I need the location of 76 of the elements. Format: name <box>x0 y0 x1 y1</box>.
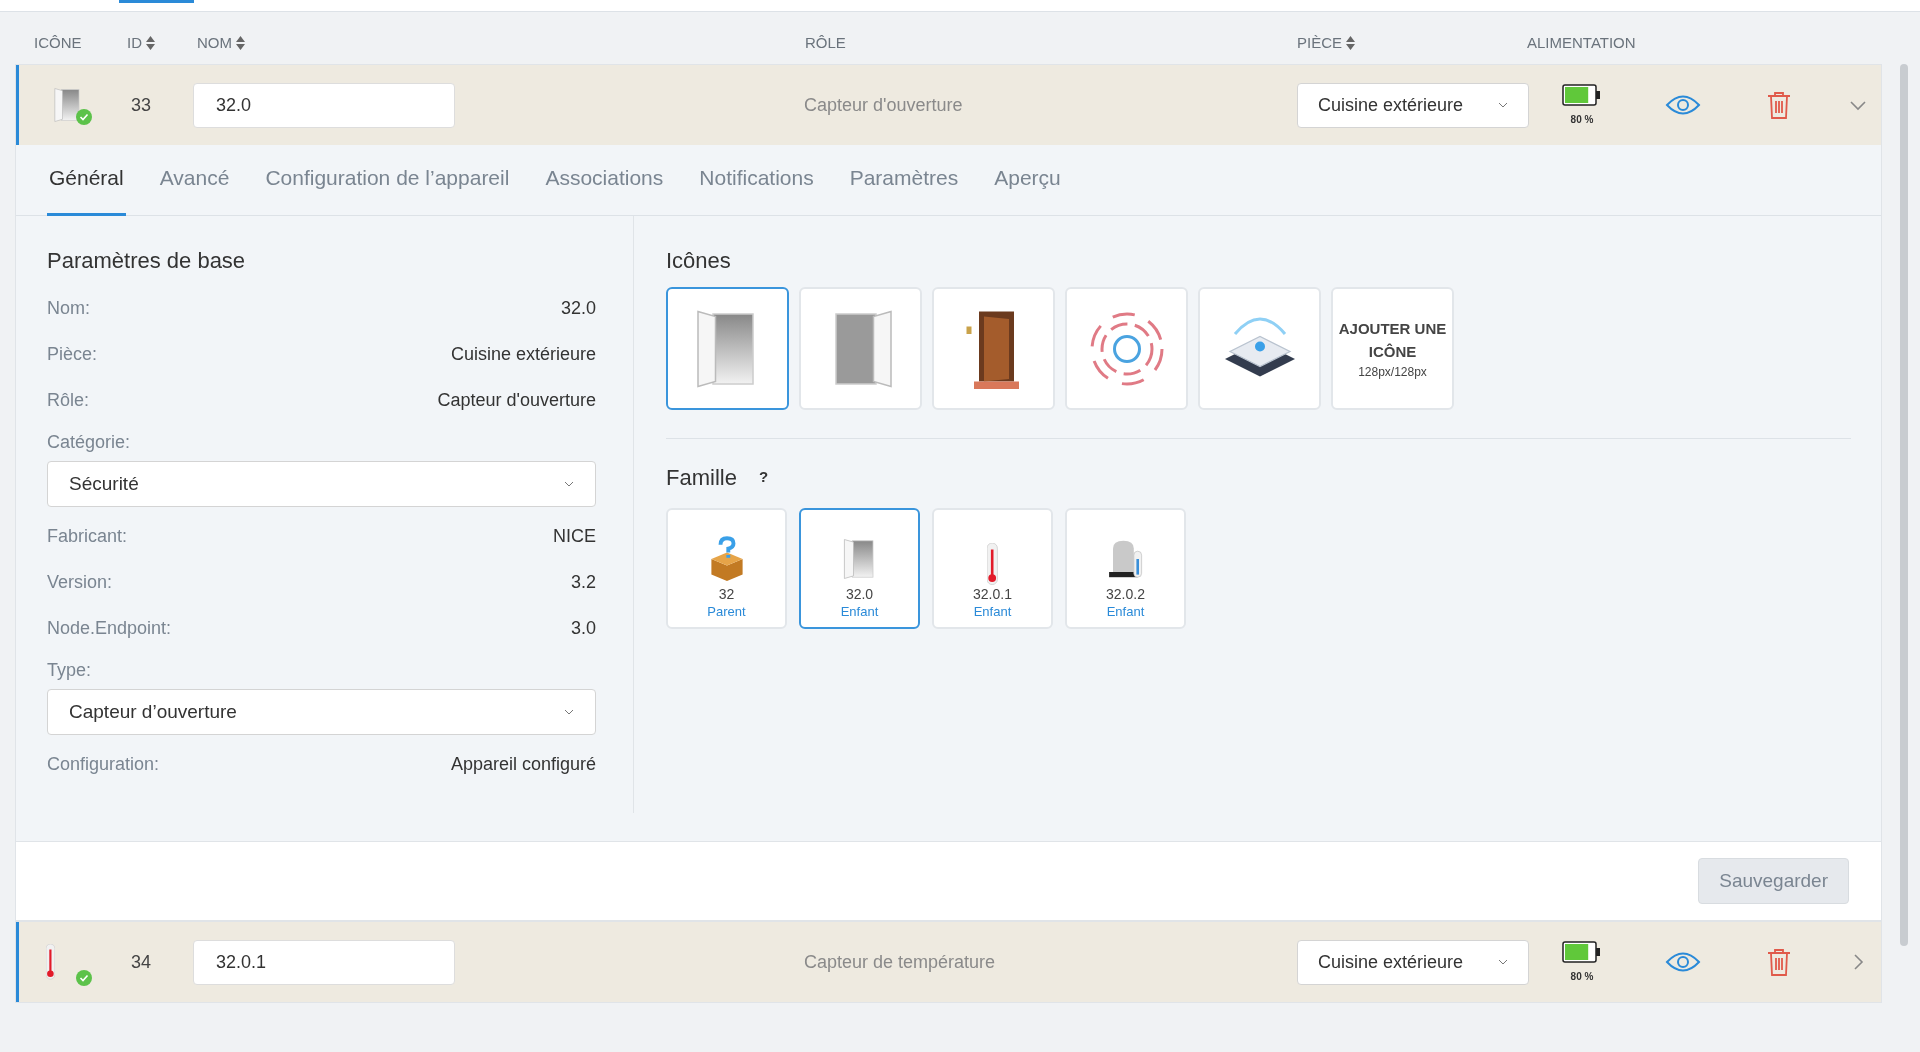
name-input[interactable]: 32.0.1 <box>193 939 455 985</box>
sort-icon[interactable] <box>146 35 155 50</box>
family-member[interactable]: 32 Parent <box>666 508 787 629</box>
field-label: Type: <box>47 658 93 682</box>
caret-icon <box>564 709 574 715</box>
member-relation: Enfant <box>840 603 879 621</box>
field-label: Version: <box>47 570 113 594</box>
field-label: Nom: <box>47 296 90 320</box>
device-id: 33 <box>130 93 152 117</box>
eye-icon <box>1665 951 1701 973</box>
caret-icon <box>1498 959 1508 965</box>
column-header: ALIMENTATION <box>1527 32 1636 53</box>
battery-icon <box>1562 940 1602 963</box>
field-label: Catégorie: <box>47 430 132 454</box>
icon-size-hint: 128px/128px <box>1358 363 1427 381</box>
field-label: Rôle: <box>47 388 90 412</box>
member-id: 32.0.1 <box>973 585 1012 603</box>
sort-icon[interactable] <box>236 35 245 50</box>
view-button[interactable] <box>1665 94 1701 116</box>
view-button[interactable] <box>1665 951 1701 973</box>
trash-icon <box>1767 948 1791 976</box>
select-field[interactable]: Capteur d’ouverture <box>47 689 596 735</box>
field-value: 3.0 <box>570 616 596 640</box>
field-value: Cuisine extérieure <box>450 342 596 366</box>
thermometer-icon <box>46 944 55 980</box>
trash-icon <box>1767 91 1791 119</box>
member-relation: Enfant <box>1106 603 1145 621</box>
status-check-icon <box>76 970 92 987</box>
field-label: Node.Endpoint: <box>47 616 172 640</box>
caret-icon <box>1498 102 1508 108</box>
column-header[interactable]: ID <box>127 31 142 54</box>
member-id: 32.0.2 <box>1106 585 1145 603</box>
field-label: Pièce: <box>47 342 98 366</box>
battery-icon <box>1562 83 1602 106</box>
section-title: Icônes <box>666 247 732 275</box>
device-role: Capteur de température <box>804 950 997 974</box>
column-header[interactable]: PIÈCE <box>1297 31 1342 54</box>
field-value: 32.0 <box>560 296 596 320</box>
device-role: Capteur d'ouverture <box>804 93 964 117</box>
scrollbar[interactable] <box>1900 64 1908 946</box>
family-member[interactable]: 32.0.1 Enfant <box>932 508 1053 629</box>
family-member[interactable]: 32.0 Enfant <box>799 508 920 629</box>
room-dropdown[interactable]: Cuisine extérieure <box>1297 82 1529 128</box>
field-value: NICE <box>553 524 596 548</box>
field-value: 3.2 <box>570 570 596 594</box>
settings-tab[interactable]: Général <box>47 161 126 216</box>
caret-icon <box>564 481 574 487</box>
room-dropdown[interactable]: Cuisine extérieure <box>1297 939 1529 985</box>
field-label: Configuration: <box>47 752 160 776</box>
delete-button[interactable] <box>1767 948 1791 976</box>
member-relation: Parent <box>707 603 746 621</box>
select-field[interactable]: Sécurité <box>47 461 596 507</box>
battery-reading: 80 % <box>1570 969 1594 984</box>
field-value: Appareil configuré <box>450 752 596 776</box>
section-title: Famille <box>666 464 737 492</box>
status-check-icon <box>76 109 92 125</box>
field-value: Capteur d'ouverture <box>437 388 596 412</box>
help-button[interactable]: ? <box>758 466 769 489</box>
sort-icon[interactable] <box>1346 35 1355 50</box>
family-member[interactable]: 32.0.2 Enfant <box>1065 508 1186 629</box>
thermometer-icon <box>987 543 998 585</box>
delete-button[interactable] <box>1767 91 1791 119</box>
column-header: RÔLE <box>805 32 846 53</box>
device-id: 34 <box>130 950 152 974</box>
column-header: ICÔNE <box>34 32 82 53</box>
column-header[interactable]: NOM <box>197 31 232 54</box>
add-icon-button[interactable]: AJOUTER UNE ICÔNE 128px/128px <box>1331 287 1454 410</box>
section-title: Paramètres de base <box>47 247 247 275</box>
battery-reading: 80 % <box>1570 112 1594 127</box>
field-label: Fabricant: <box>47 524 128 548</box>
member-id: 32 <box>718 585 735 603</box>
member-id: 32.0 <box>845 585 874 603</box>
member-relation: Enfant <box>973 603 1012 621</box>
add-icon-label: AJOUTER UNE ICÔNE <box>1337 318 1448 362</box>
name-input[interactable]: 32.0 <box>193 82 455 128</box>
eye-icon <box>1665 94 1701 116</box>
